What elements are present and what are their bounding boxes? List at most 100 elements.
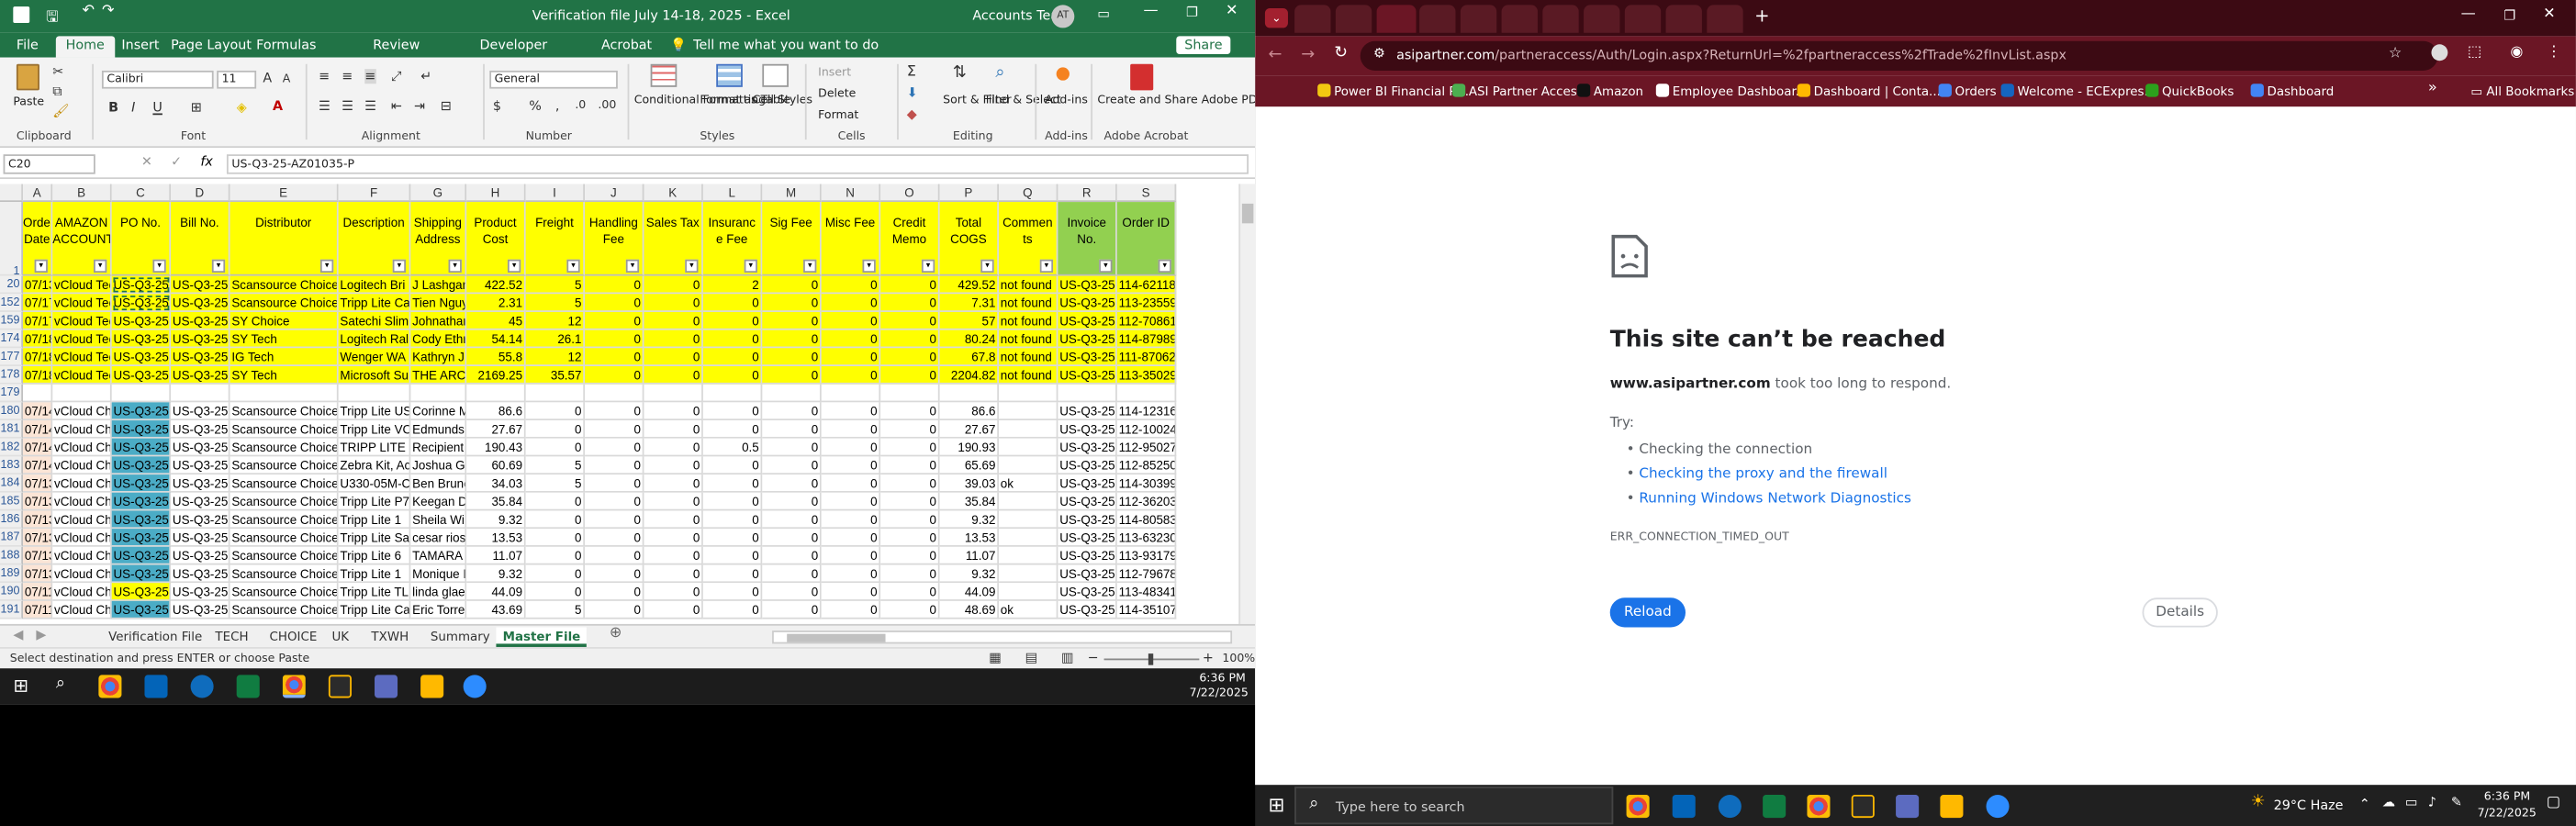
filter-dropdown-icon[interactable]: ▾ bbox=[392, 259, 407, 273]
filter-dropdown-icon[interactable]: ▾ bbox=[803, 259, 817, 273]
cell[interactable]: 113-2355930-11 bbox=[1116, 294, 1177, 312]
chrome-active-icon[interactable] bbox=[282, 675, 306, 698]
filter-dropdown-icon[interactable]: ▾ bbox=[507, 259, 521, 273]
browser-tab[interactable] bbox=[1419, 5, 1456, 33]
select-all-corner[interactable] bbox=[0, 184, 24, 203]
cell[interactable]: 0 bbox=[880, 275, 940, 295]
cell[interactable]: Recipient bbox=[410, 438, 467, 457]
prev-sheet-icon[interactable]: ◀ bbox=[13, 628, 23, 642]
maximize-icon[interactable]: ❐ bbox=[2503, 8, 2515, 23]
bookmark-asi[interactable]: ASI Partner Access bbox=[1451, 84, 1584, 98]
browser-tab[interactable] bbox=[1665, 5, 1702, 33]
autosum-icon[interactable]: Σ bbox=[907, 64, 916, 81]
filter-dropdown-icon[interactable]: ▾ bbox=[921, 259, 935, 273]
tab-search-icon[interactable]: ⌄ bbox=[1264, 7, 1288, 28]
cell[interactable]: 0 bbox=[762, 329, 822, 349]
zoom-level[interactable]: 100% bbox=[1222, 652, 1255, 664]
row-header[interactable]: 184 bbox=[0, 474, 24, 493]
cell[interactable]: 67.8 bbox=[939, 348, 1000, 367]
weather-text[interactable]: 29°C Haze bbox=[2274, 798, 2344, 813]
cell[interactable]: Zebra Kit, Ac bbox=[338, 456, 411, 475]
cell[interactable] bbox=[644, 384, 703, 403]
column-header-m[interactable]: M bbox=[762, 184, 822, 203]
cell[interactable]: 07/13/202 bbox=[23, 564, 53, 584]
cell[interactable]: Tripp Lite US bbox=[338, 402, 411, 421]
cell[interactable]: US-Q3-25- bbox=[171, 402, 230, 421]
cell[interactable]: 112-7967893-79 bbox=[1116, 564, 1177, 584]
cell[interactable]: 0 bbox=[702, 329, 763, 349]
cell[interactable]: 0 bbox=[585, 402, 644, 421]
cell[interactable]: US-Q3-25- bbox=[171, 366, 230, 385]
cell[interactable]: 80.24 bbox=[939, 329, 1000, 349]
cell[interactable] bbox=[525, 384, 586, 403]
zoom-app-icon[interactable] bbox=[463, 675, 487, 698]
cell[interactable] bbox=[999, 546, 1058, 565]
cell[interactable]: 111-8706229-29 bbox=[1116, 348, 1177, 367]
cell[interactable]: US-Q3-25- bbox=[1058, 420, 1117, 439]
cell[interactable]: 0 bbox=[525, 438, 586, 457]
cell[interactable]: 0 bbox=[762, 402, 822, 421]
cell[interactable] bbox=[999, 438, 1058, 457]
cell[interactable]: 0 bbox=[762, 294, 822, 312]
horizontal-scrollbar[interactable] bbox=[772, 631, 1233, 644]
cell[interactable]: 0 bbox=[644, 529, 703, 547]
cell[interactable]: 2204.82 bbox=[939, 366, 1000, 385]
cell[interactable]: 44.09 bbox=[939, 583, 1000, 601]
sheet-tab-master-file[interactable]: Master File bbox=[496, 627, 588, 647]
adobe-pdf-icon[interactable] bbox=[1130, 63, 1154, 91]
close-icon[interactable]: ✕ bbox=[2543, 6, 2556, 23]
cell[interactable]: 0 bbox=[585, 366, 644, 385]
cell[interactable]: 0 bbox=[880, 311, 940, 330]
column-header-g[interactable]: G bbox=[410, 184, 467, 203]
cell[interactable]: vCloud Che bbox=[52, 600, 112, 620]
cell[interactable]: vCloud Che bbox=[52, 456, 112, 475]
cell[interactable]: 11.07 bbox=[466, 546, 526, 565]
cell[interactable]: 0 bbox=[762, 474, 822, 493]
filter-dropdown-icon[interactable]: ▾ bbox=[980, 259, 994, 273]
filter-dropdown-icon[interactable]: ▾ bbox=[1099, 259, 1113, 273]
increase-indent-icon[interactable]: ⇥ bbox=[414, 98, 425, 113]
cell[interactable]: not found bbox=[999, 294, 1058, 312]
cell[interactable]: 0 bbox=[821, 275, 881, 295]
tab-page-layout[interactable]: Page Layout bbox=[171, 36, 252, 57]
cell[interactable]: 0.5 bbox=[702, 438, 763, 457]
underline-icon[interactable]: U bbox=[152, 100, 162, 115]
cell[interactable] bbox=[999, 510, 1058, 530]
cell[interactable]: 113-6323051-77 bbox=[1116, 529, 1177, 547]
cell[interactable]: 9.32 bbox=[466, 564, 526, 584]
cell[interactable]: 07/13/202 bbox=[23, 546, 53, 565]
cell[interactable]: 0 bbox=[821, 600, 881, 620]
cell[interactable]: 0 bbox=[644, 311, 703, 330]
profile-dot-icon[interactable] bbox=[2431, 44, 2448, 61]
volume-icon[interactable]: ♪ bbox=[2428, 795, 2436, 809]
cell[interactable]: 0 bbox=[880, 492, 940, 511]
menu-icon[interactable]: ⋮ bbox=[2547, 44, 2561, 61]
filter-dropdown-icon[interactable]: ▾ bbox=[1039, 259, 1054, 273]
cell[interactable]: 35.57 bbox=[525, 366, 586, 385]
file-explorer-icon[interactable] bbox=[420, 675, 444, 698]
cell[interactable]: 5 bbox=[525, 275, 586, 295]
cell[interactable]: US-Q3-25- bbox=[171, 564, 230, 584]
sheet-tab-txwh[interactable]: TXWH bbox=[371, 628, 409, 647]
format-as-table-icon[interactable] bbox=[716, 63, 743, 87]
cell[interactable] bbox=[171, 384, 230, 403]
cell[interactable]: Logitech Ral bbox=[338, 329, 411, 349]
scroll-thumb[interactable] bbox=[787, 633, 886, 642]
cell[interactable]: 0 bbox=[644, 546, 703, 565]
column-header-p[interactable]: P bbox=[939, 184, 1000, 203]
cell[interactable]: US-Q3-25- bbox=[171, 329, 230, 349]
cell[interactable]: 0 bbox=[702, 492, 763, 511]
cell[interactable]: Scansource Choice bbox=[230, 294, 339, 312]
cell[interactable]: US-Q3-25- bbox=[1058, 600, 1117, 620]
insert-function-icon[interactable]: fx bbox=[200, 154, 213, 169]
outlook-icon[interactable] bbox=[144, 675, 168, 698]
cell[interactable]: US-Q3-25- bbox=[171, 348, 230, 367]
cell[interactable]: Scansource Choice bbox=[230, 474, 339, 493]
cell[interactable]: not found bbox=[999, 348, 1058, 367]
cell[interactable] bbox=[111, 384, 172, 403]
edge-icon[interactable] bbox=[1718, 795, 1742, 819]
cell[interactable]: 0 bbox=[702, 529, 763, 547]
filter-dropdown-icon[interactable]: ▾ bbox=[625, 259, 640, 273]
cell[interactable]: 0 bbox=[585, 348, 644, 367]
row-header[interactable]: 187 bbox=[0, 529, 24, 547]
